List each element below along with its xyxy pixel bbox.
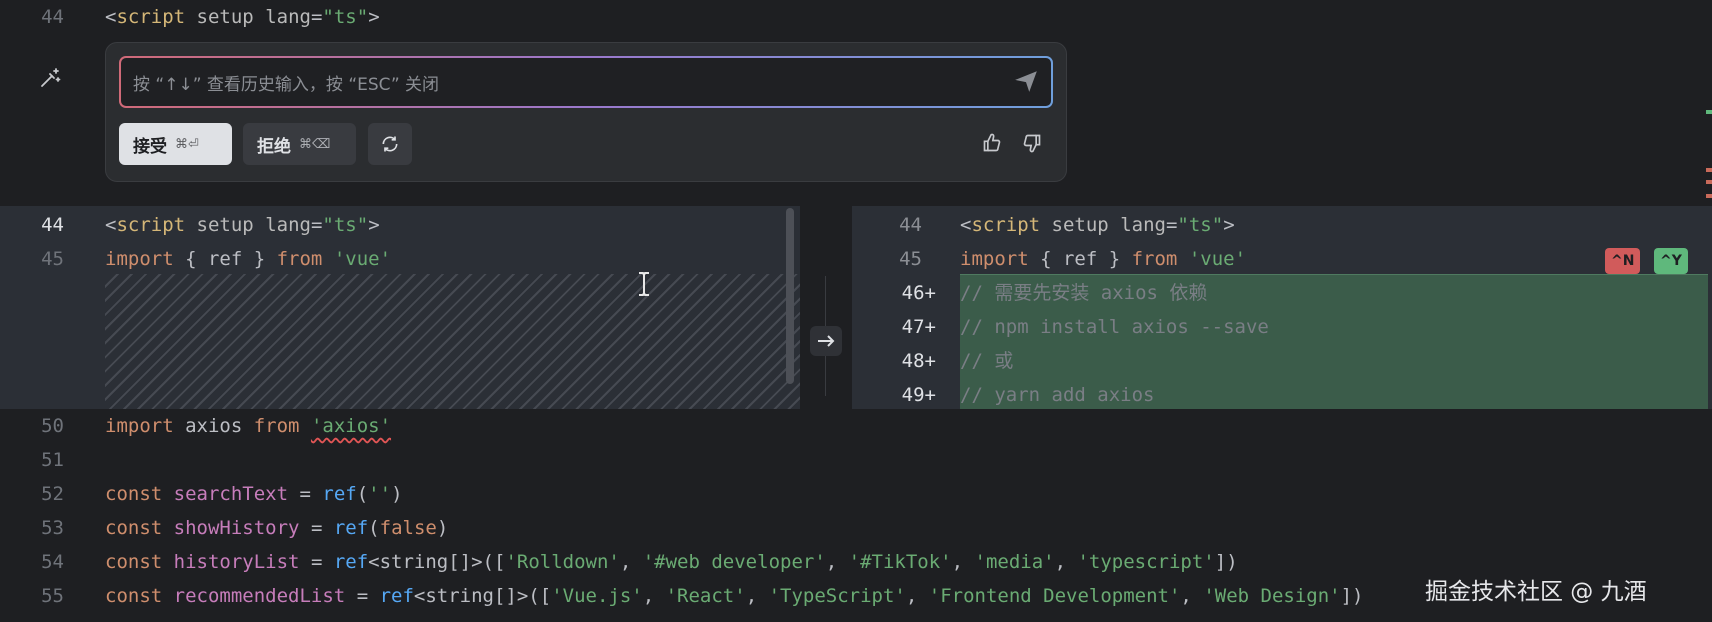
code-text: import { ref } from 'vue'	[105, 248, 392, 270]
minimap-mark	[1706, 194, 1712, 198]
reject-button[interactable]: 拒绝 ⌘⌫	[243, 123, 356, 165]
ai-prompt-input[interactable]: 按 “↑↓” 查看历史输入，按 “ESC” 关闭	[119, 56, 1053, 108]
regenerate-button[interactable]	[368, 123, 412, 165]
line-number: 50	[41, 415, 64, 437]
thumbs-up-icon[interactable]	[982, 133, 1002, 153]
line-number: 53	[41, 517, 64, 539]
apply-change-button[interactable]	[810, 326, 842, 356]
accept-shortcut: ⌘⏎	[175, 136, 199, 152]
diff-modified-pane: 44 45 46+ 47+ 48+ 49+ <script setup lang…	[852, 206, 1712, 409]
diff-gutter	[800, 206, 852, 409]
reject-label: 拒绝	[257, 136, 291, 157]
line-number: 45	[899, 248, 922, 270]
text-cursor-icon	[639, 272, 649, 296]
line-number: 44	[41, 6, 64, 28]
watermark: 掘金技术社区 @ 九酒	[1425, 579, 1647, 605]
code-text: const showHistory = ref(false)	[105, 517, 449, 539]
line-number: 51	[41, 449, 64, 471]
diff-placeholder-hatch	[105, 274, 800, 409]
line-number: 48+	[901, 350, 936, 372]
line-number: 44	[41, 214, 64, 236]
reject-shortcut: ⌘⌫	[299, 136, 331, 152]
scrollbar[interactable]	[786, 208, 794, 384]
line-number: 46+	[901, 282, 936, 304]
accept-change-badge[interactable]: ^Y	[1654, 248, 1688, 274]
code-text: const searchText = ref('')	[105, 483, 403, 505]
accept-label: 接受	[133, 136, 167, 157]
send-icon[interactable]	[1013, 68, 1039, 94]
ai-prompt-placeholder[interactable]: 按 “↑↓” 查看历史输入，按 “ESC” 关闭	[121, 58, 1051, 106]
ai-assistant-icon[interactable]	[38, 66, 62, 90]
code-text: <script setup lang="ts">	[960, 214, 1235, 236]
reject-change-badge[interactable]: ^N	[1605, 248, 1641, 274]
code-text: import { ref } from 'vue'	[960, 248, 1247, 270]
code-text: import axios from 'axios'	[105, 415, 392, 437]
minimap-mark	[1706, 180, 1712, 184]
minimap-mark	[1706, 110, 1712, 114]
added-comment: // yarn add axios	[960, 384, 1155, 406]
code-text: const recommendedList = ref<string[]>(['…	[105, 585, 1364, 607]
added-comment: // 需要先安装 axios 依赖	[960, 282, 1208, 304]
added-comment: // 或	[960, 350, 1014, 372]
thumbs-down-icon[interactable]	[1022, 133, 1042, 153]
ai-prompt-popup: 按 “↑↓” 查看历史输入，按 “ESC” 关闭 接受 ⌘⏎ 拒绝 ⌘⌫	[105, 42, 1067, 182]
line-number: 47+	[901, 316, 936, 338]
code-text: const historyList = ref<string[]>(['Roll…	[105, 551, 1238, 573]
code-text: <script setup lang="ts">	[105, 214, 380, 236]
line-number: 56	[0, 613, 64, 622]
line-number: 49+	[901, 384, 936, 406]
diff-original-pane: 44 45 <script setup lang="ts"> import { …	[0, 206, 800, 409]
minimap-mark	[1706, 168, 1712, 172]
arrow-right-icon	[818, 335, 835, 347]
line-number: 44	[899, 214, 922, 236]
line-number: 45	[41, 248, 64, 270]
code-text: <script setup lang="ts">	[105, 6, 380, 28]
line-number: 55	[41, 585, 64, 607]
top-code-line: 44 <script setup lang="ts">	[0, 0, 1712, 34]
line-number: 54	[41, 551, 64, 573]
accept-button[interactable]: 接受 ⌘⏎	[119, 123, 232, 165]
line-number: 52	[41, 483, 64, 505]
added-comment: // npm install axios --save	[960, 316, 1269, 338]
refresh-icon	[382, 136, 398, 152]
